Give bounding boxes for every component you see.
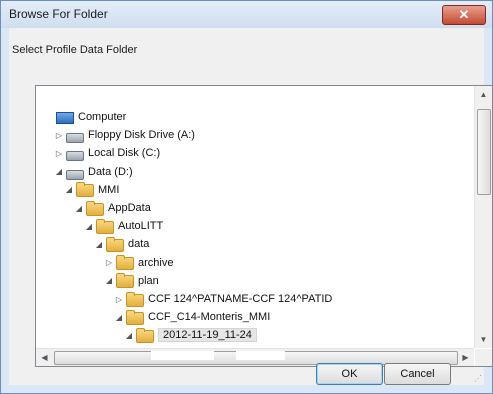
drive-icon — [66, 151, 84, 162]
tree-item-label: AutoLITT — [118, 220, 164, 233]
tree-item-label: data — [128, 238, 150, 251]
resize-grip[interactable]: ⋰ — [474, 375, 482, 383]
blank-area-left — [151, 351, 214, 360]
expand-arrow-icon[interactable]: ▷ — [54, 149, 64, 158]
scroll-down-button[interactable]: ▼ — [475, 331, 492, 348]
drive-icon — [66, 169, 84, 180]
collapse-arrow-icon[interactable]: ◢ — [114, 313, 124, 322]
cancel-button[interactable]: Cancel — [384, 363, 451, 385]
folder-icon — [76, 182, 94, 198]
collapse-arrow-icon[interactable]: ◢ — [84, 222, 94, 231]
folder-icon — [126, 309, 144, 325]
tree-item-label: CCF 124^PATNAME-CCF 124^PATID — [148, 293, 333, 305]
tree-item[interactable]: ▷ Floppy Disk Drive (A:) — [54, 126, 195, 144]
tree-item[interactable]: ◢ AppData — [74, 199, 151, 217]
vertical-scroll-thumb[interactable] — [477, 109, 491, 195]
tree-item-label: archive — [138, 256, 174, 269]
tree-item[interactable]: ◢ Data (D:) — [54, 163, 133, 181]
tree-item[interactable]: ▷ Local Disk (C:) — [54, 144, 160, 162]
collapse-arrow-icon[interactable]: ◢ — [104, 276, 114, 285]
folder-icon — [86, 200, 104, 216]
tree-item-label: Floppy Disk Drive (A:) — [88, 129, 195, 142]
folder-tree[interactable]: Computer ▷ Floppy Disk Drive (A:) ▷ Local Di… — [35, 85, 493, 367]
collapse-arrow-icon[interactable]: ◢ — [64, 185, 74, 194]
tree-item-label: Computer — [78, 111, 127, 123]
tree-rows: Computer ▷ Floppy Disk Drive (A:) ▷ Local Di… — [36, 86, 474, 348]
tree-item-label: Local Disk (C:) — [88, 147, 161, 160]
tree-item[interactable]: ◢ 2012-11-19_11-24 — [124, 326, 257, 344]
tree-item[interactable]: ◢ plan — [104, 272, 159, 290]
tree-item-label: MMI — [98, 183, 120, 196]
vertical-scrollbar[interactable]: ▲ ▼ — [474, 86, 492, 348]
ok-button[interactable]: OK — [316, 363, 383, 385]
browse-for-folder-dialog: Browse For Folder ✕ Select Profile Data … — [0, 0, 493, 394]
collapse-arrow-icon[interactable]: ◢ — [94, 240, 104, 249]
blank-area-right — [236, 351, 285, 360]
collapse-arrow-icon[interactable]: ◢ — [54, 167, 64, 176]
close-button[interactable]: ✕ — [442, 5, 486, 25]
floppy-icon — [66, 133, 84, 144]
tree-item[interactable]: ▷ CCF 124^PATNAME-CCF 124^PATID — [114, 290, 332, 308]
folder-icon — [136, 327, 154, 343]
folder-icon — [96, 218, 114, 234]
folder-icon — [116, 273, 134, 289]
tree-item[interactable]: ◢ CCF_C14-Monteris_MMI — [114, 308, 270, 326]
expand-arrow-icon[interactable]: ▷ — [104, 258, 114, 267]
expand-arrow-icon[interactable]: ▷ — [114, 295, 124, 304]
tree-item[interactable]: ◢ AutoLITT — [84, 217, 163, 235]
dialog-title: Browse For Folder — [9, 7, 108, 21]
scroll-up-button[interactable]: ▲ — [475, 86, 492, 103]
scroll-right-button[interactable]: ▶ — [457, 349, 474, 366]
tree-item-label: 2012-11-19_11-24 — [158, 328, 257, 343]
folder-prompt: Select Profile Data Folder — [12, 44, 138, 56]
tree-item[interactable]: Computer — [44, 108, 126, 126]
tree-item[interactable]: ◢ MMI — [64, 181, 119, 199]
folder-icon — [106, 236, 124, 252]
close-icon: ✕ — [458, 7, 470, 22]
scrollbar-corner — [475, 349, 492, 366]
computer-icon — [56, 112, 74, 124]
collapse-arrow-icon[interactable]: ◢ — [124, 331, 134, 340]
tree-item-label: Data (D:) — [88, 165, 133, 178]
tree-item-label: AppData — [108, 202, 151, 214]
expand-arrow-icon[interactable]: ▷ — [54, 131, 64, 140]
dialog-client-area: Select Profile Data Folder Computer ▷ Flop… — [9, 28, 493, 385]
folder-icon — [116, 255, 134, 271]
tree-item-label: plan — [138, 274, 159, 287]
folder-icon — [126, 291, 144, 307]
tree-item-label: CCF_C14-Monteris_MMI — [148, 311, 271, 324]
tree-item[interactable]: ◢ data — [94, 235, 149, 253]
tree-item[interactable]: ▷ archive — [104, 254, 173, 272]
title-bar: Browse For Folder ✕ — [1, 1, 492, 28]
collapse-arrow-icon[interactable]: ◢ — [74, 204, 84, 213]
scroll-left-button[interactable]: ◀ — [36, 349, 53, 366]
